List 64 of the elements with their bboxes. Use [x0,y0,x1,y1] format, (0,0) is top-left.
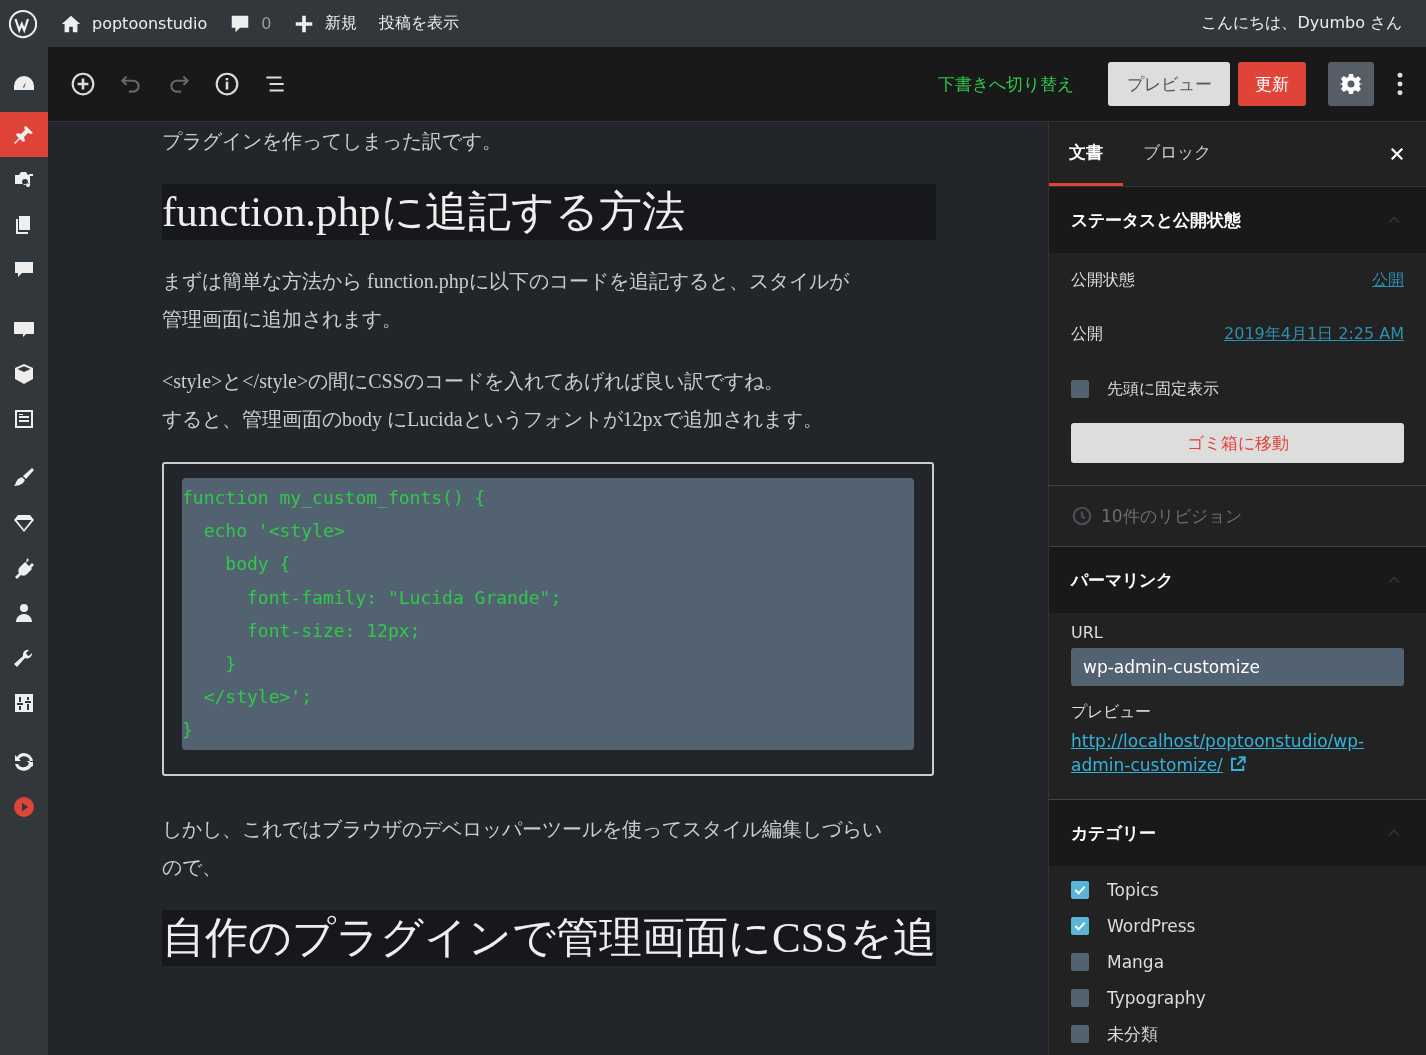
close-icon[interactable] [1388,145,1406,163]
code-line: } [182,718,194,743]
info-icon[interactable] [214,71,240,97]
visibility-label: 公開状態 [1071,269,1135,291]
code-line: font-size: 12px; [246,618,422,643]
category-checkbox[interactable] [1071,953,1089,971]
section-heading: 自作のプラグインで管理画面にCSSを追 [162,909,936,966]
comments-link[interactable]: 0 [229,12,272,35]
category-label: Topics [1107,880,1159,900]
box-icon [12,361,36,386]
publish-label: 公開 [1071,323,1103,345]
external-link-icon [1228,755,1247,773]
add-block-icon[interactable] [70,71,96,97]
sidebar-tab[interactable]: ブロック [1123,122,1231,186]
paragraph-line: しかし、これではブラウザのデベロッパーツールを使ってスタイル編集しづらい [162,816,883,842]
site-name: poptoonstudio [92,14,208,33]
paragraph-line: すると、管理画面のbody にLucidaというフォントが12pxで追加されます。 [162,407,824,433]
greeting-link[interactable]: こんにちは、Dyumbo さん [1201,13,1402,34]
paragraph-line: 管理画面に追加されます。 [162,307,403,332]
preview-button[interactable]: プレビュー [1108,62,1230,106]
new-link[interactable]: 新規 [293,12,358,35]
category-checkbox[interactable] [1071,881,1089,899]
category-label: WordPress [1107,916,1196,936]
view-post-link[interactable]: 投稿を表示 [379,13,460,34]
permalink-panel-header[interactable]: パーマリンク [1049,547,1426,613]
paragraph-line: ので、 [162,854,223,880]
new-label: 新規 [325,13,358,34]
url-slug-field[interactable]: wp-admin-customize [1071,648,1404,686]
category-checkbox[interactable] [1071,989,1089,1007]
paragraph-line: プラグインを作ってしまった訳です。 [162,129,503,154]
revisions-label: 10件のリビジョン [1101,504,1242,528]
settings-icon [1339,72,1363,96]
wordpress-logo-icon[interactable] [8,8,38,39]
code-line: function my_custom_fonts() { [182,486,487,510]
history-icon [1071,505,1093,527]
code-line: } [224,652,238,676]
update-button[interactable]: 更新 [1238,62,1306,106]
publish-date-link[interactable]: 2019年4月1日 2:25 AM [1224,323,1404,345]
categories-panel-header[interactable]: カテゴリー [1049,800,1426,866]
more-options-icon[interactable] [1396,71,1404,97]
category-checkbox[interactable] [1071,917,1089,935]
sticky-checkbox[interactable] [1071,380,1089,398]
paragraph-line: <style>と</style>の間にCSSのコードを入れてあげれば良い訳ですね。 [162,369,785,395]
code-line: </style>'; [202,685,314,710]
play-icon [12,794,36,819]
section-heading: function.phpに追記する方法 [162,184,936,240]
status-panel-header[interactable]: ステータスと公開状態 [1049,187,1426,253]
code-line: body { [224,552,292,577]
switch-to-draft-button[interactable]: 下書きへ切り替え [938,72,1074,96]
url-label: URL [1071,623,1104,642]
paragraph-line: まずは簡単な方法から function.phpに以下のコードを追記すると、スタイルが [162,269,850,295]
settings-button[interactable] [1328,62,1374,106]
code-line: echo '<style> [202,519,346,544]
comment-count: 0 [261,14,272,33]
category-label: 未分類 [1107,1022,1158,1046]
sticky-label: 先頭に固定表示 [1107,378,1219,400]
category-label: Typography [1107,988,1206,1008]
category-label: Manga [1107,952,1165,972]
visibility-link[interactable]: 公開 [1372,269,1404,291]
category-checkbox[interactable] [1071,1025,1089,1043]
preview-label: プレビュー [1071,702,1152,723]
site-link[interactable]: poptoonstudio [60,12,208,35]
permalink-link[interactable]: http://localhost/poptoonstudio/wp-admin-customize/ [1071,729,1371,777]
code-line: font-family: "Lucida Grande"; [246,585,563,610]
